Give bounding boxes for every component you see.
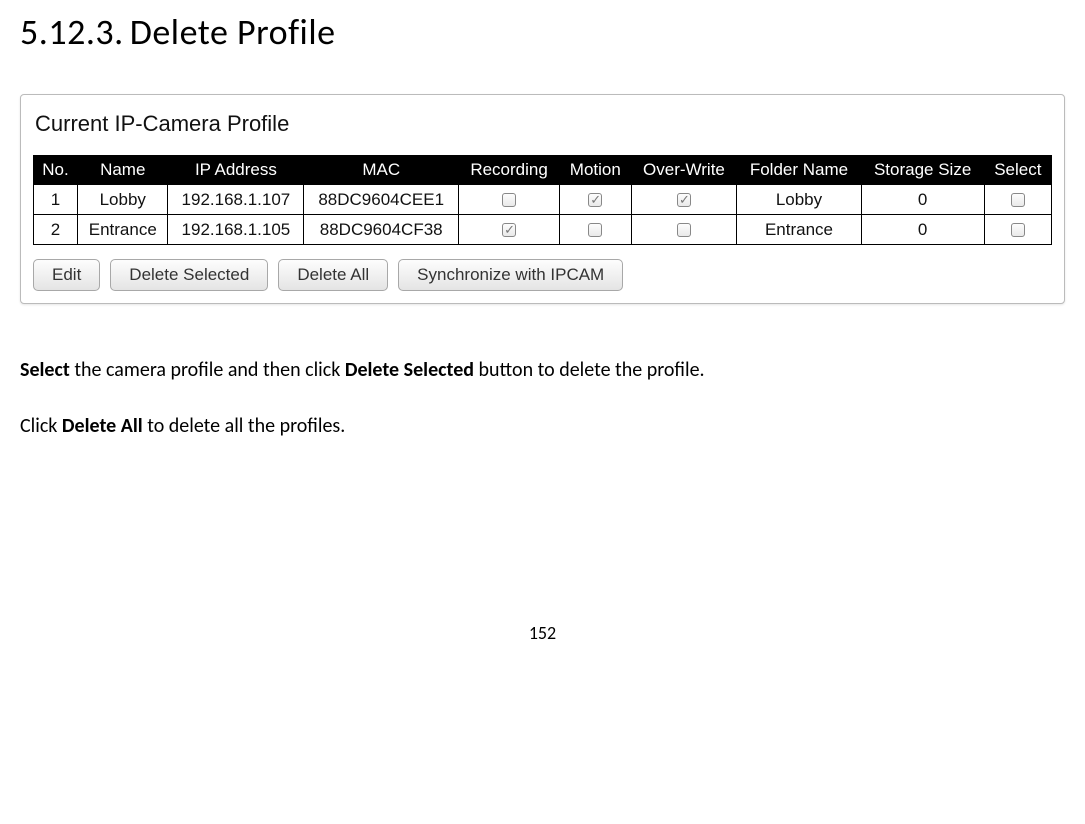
cell-folder: Entrance (737, 215, 861, 245)
bold-select: Select (20, 358, 70, 382)
motion-checkbox-cell (560, 215, 631, 245)
instruction-paragraph-2: Click Delete All to delete all the profi… (20, 410, 1065, 442)
col-storage: Storage Size (861, 156, 984, 185)
bold-delete-selected: Delete Selected (345, 358, 474, 382)
instruction-text: to delete all the profiles. (143, 414, 346, 438)
synchronize-button[interactable]: Synchronize with IPCAM (398, 259, 623, 291)
edit-button[interactable]: Edit (33, 259, 100, 291)
col-select: Select (984, 156, 1051, 185)
motion-checkbox (588, 223, 602, 237)
cell-name: Entrance (78, 215, 168, 245)
recording-checkbox (502, 193, 516, 207)
cell-no: 2 (34, 215, 78, 245)
cell-mac: 88DC9604CF38 (304, 215, 459, 245)
col-recording: Recording (459, 156, 560, 185)
overwrite-checkbox (677, 223, 691, 237)
profile-table: No. Name IP Address MAC Recording Motion… (33, 155, 1052, 245)
cell-name: Lobby (78, 185, 168, 215)
col-motion: Motion (560, 156, 631, 185)
section-heading: 5.12.3.Delete Profile (20, 10, 1065, 54)
section-title-text: Delete Profile (130, 10, 336, 54)
overwrite-checkbox-cell (631, 215, 737, 245)
cell-storage: 0 (861, 185, 984, 215)
overwrite-checkbox-cell (631, 185, 737, 215)
col-no: No. (34, 156, 78, 185)
cell-no: 1 (34, 185, 78, 215)
table-header-row: No. Name IP Address MAC Recording Motion… (34, 156, 1052, 185)
cell-mac: 88DC9604CEE1 (304, 185, 459, 215)
motion-checkbox (588, 193, 602, 207)
instruction-text: button to delete the profile. (474, 358, 705, 382)
cell-ip: 192.168.1.107 (168, 185, 304, 215)
col-folder: Folder Name (737, 156, 861, 185)
profile-panel: Current IP-Camera Profile No. Name IP Ad… (20, 94, 1065, 304)
section-number: 5.12.3. (20, 10, 124, 54)
recording-checkbox-cell (459, 215, 560, 245)
instruction-text: the camera profile and then click (70, 358, 345, 382)
col-name: Name (78, 156, 168, 185)
select-checkbox[interactable] (1011, 193, 1025, 207)
select-checkbox[interactable] (1011, 223, 1025, 237)
col-overwrite: Over-Write (631, 156, 737, 185)
panel-title: Current IP-Camera Profile (35, 111, 1050, 137)
cell-folder: Lobby (737, 185, 861, 215)
delete-all-button[interactable]: Delete All (278, 259, 388, 291)
bold-delete-all: Delete All (62, 414, 143, 438)
col-ip: IP Address (168, 156, 304, 185)
col-mac: MAC (304, 156, 459, 185)
select-checkbox-cell (984, 185, 1051, 215)
cell-ip: 192.168.1.105 (168, 215, 304, 245)
recording-checkbox-cell (459, 185, 560, 215)
cell-storage: 0 (861, 215, 984, 245)
instruction-paragraph-1: Select the camera profile and then click… (20, 354, 1065, 386)
delete-selected-button[interactable]: Delete Selected (110, 259, 268, 291)
select-checkbox-cell (984, 215, 1051, 245)
instruction-text: Click (20, 414, 62, 438)
overwrite-checkbox (677, 193, 691, 207)
buttons-row: Edit Delete Selected Delete All Synchron… (33, 259, 1052, 291)
table-row: 2Entrance192.168.1.10588DC9604CF38Entran… (34, 215, 1052, 245)
page-number: 152 (20, 622, 1065, 644)
motion-checkbox-cell (560, 185, 631, 215)
recording-checkbox (502, 223, 516, 237)
table-row: 1Lobby192.168.1.10788DC9604CEE1Lobby0 (34, 185, 1052, 215)
